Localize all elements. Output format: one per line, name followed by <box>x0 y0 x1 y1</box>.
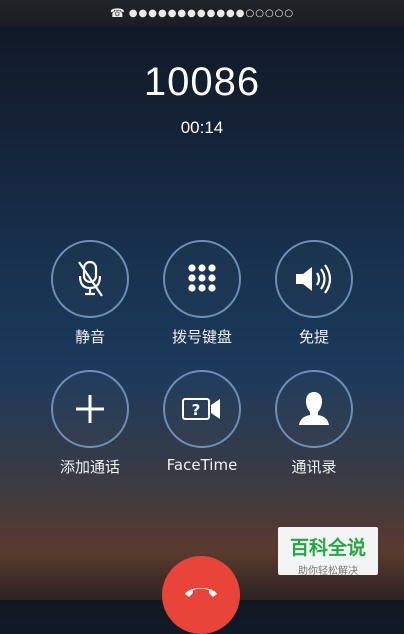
call-duration: 00:14 <box>180 118 224 137</box>
contacts-button-circle[interactable] <box>275 370 353 448</box>
mute-button[interactable]: 静音 <box>35 240 145 347</box>
facetime-icon: ? <box>182 398 220 420</box>
contacts-button[interactable]: 通讯录 <box>259 370 369 477</box>
speaker-icon <box>296 264 332 294</box>
add-call-button-circle[interactable] <box>51 370 129 448</box>
contacts-icon <box>299 392 329 425</box>
facetime-button[interactable]: ? FaceTime <box>147 370 257 474</box>
mute-button-circle[interactable] <box>51 240 129 318</box>
call-number: 10086 <box>143 60 261 104</box>
keypad-label: 拨号键盘 <box>171 328 232 346</box>
keypad-icon <box>188 264 216 292</box>
mute-label: 静音 <box>74 328 105 346</box>
facetime-label: FaceTime <box>166 456 238 474</box>
watermark-subtitle: 助你轻松解决 <box>298 566 358 577</box>
speaker-button[interactable]: 免提 <box>259 240 369 347</box>
status-bar-content: ☎ ●●●●●●●●●●●●○○○○○ <box>110 6 294 20</box>
add-call-label: 添加通话 <box>59 458 120 476</box>
keypad-button[interactable]: 拨号键盘 <box>147 240 257 347</box>
phone-handset-icon: ☎ <box>109 6 125 20</box>
svg-text:?: ? <box>192 401 201 419</box>
speaker-label: 免提 <box>298 328 329 346</box>
speaker-button-circle[interactable] <box>275 240 353 318</box>
keypad-button-circle[interactable] <box>163 240 241 318</box>
signal-dots: ●●●●●●●●●●●●○○○○○ <box>128 7 295 19</box>
add-call-button[interactable]: 添加通话 <box>35 370 145 477</box>
watermark-badge: 百科全说 助你轻松解决 <box>278 527 378 577</box>
mute-microphone-icon <box>78 260 103 297</box>
status-bar: ☎ ●●●●●●●●●●●●○○○○○ <box>0 0 404 26</box>
add-call-icon <box>76 395 104 423</box>
facetime-button-circle[interactable]: ? <box>163 370 241 448</box>
end-call-button[interactable] <box>162 556 240 634</box>
contacts-label: 通讯录 <box>291 458 337 476</box>
end-call-icon <box>185 588 217 597</box>
watermark-title: 百科全说 <box>289 537 366 559</box>
